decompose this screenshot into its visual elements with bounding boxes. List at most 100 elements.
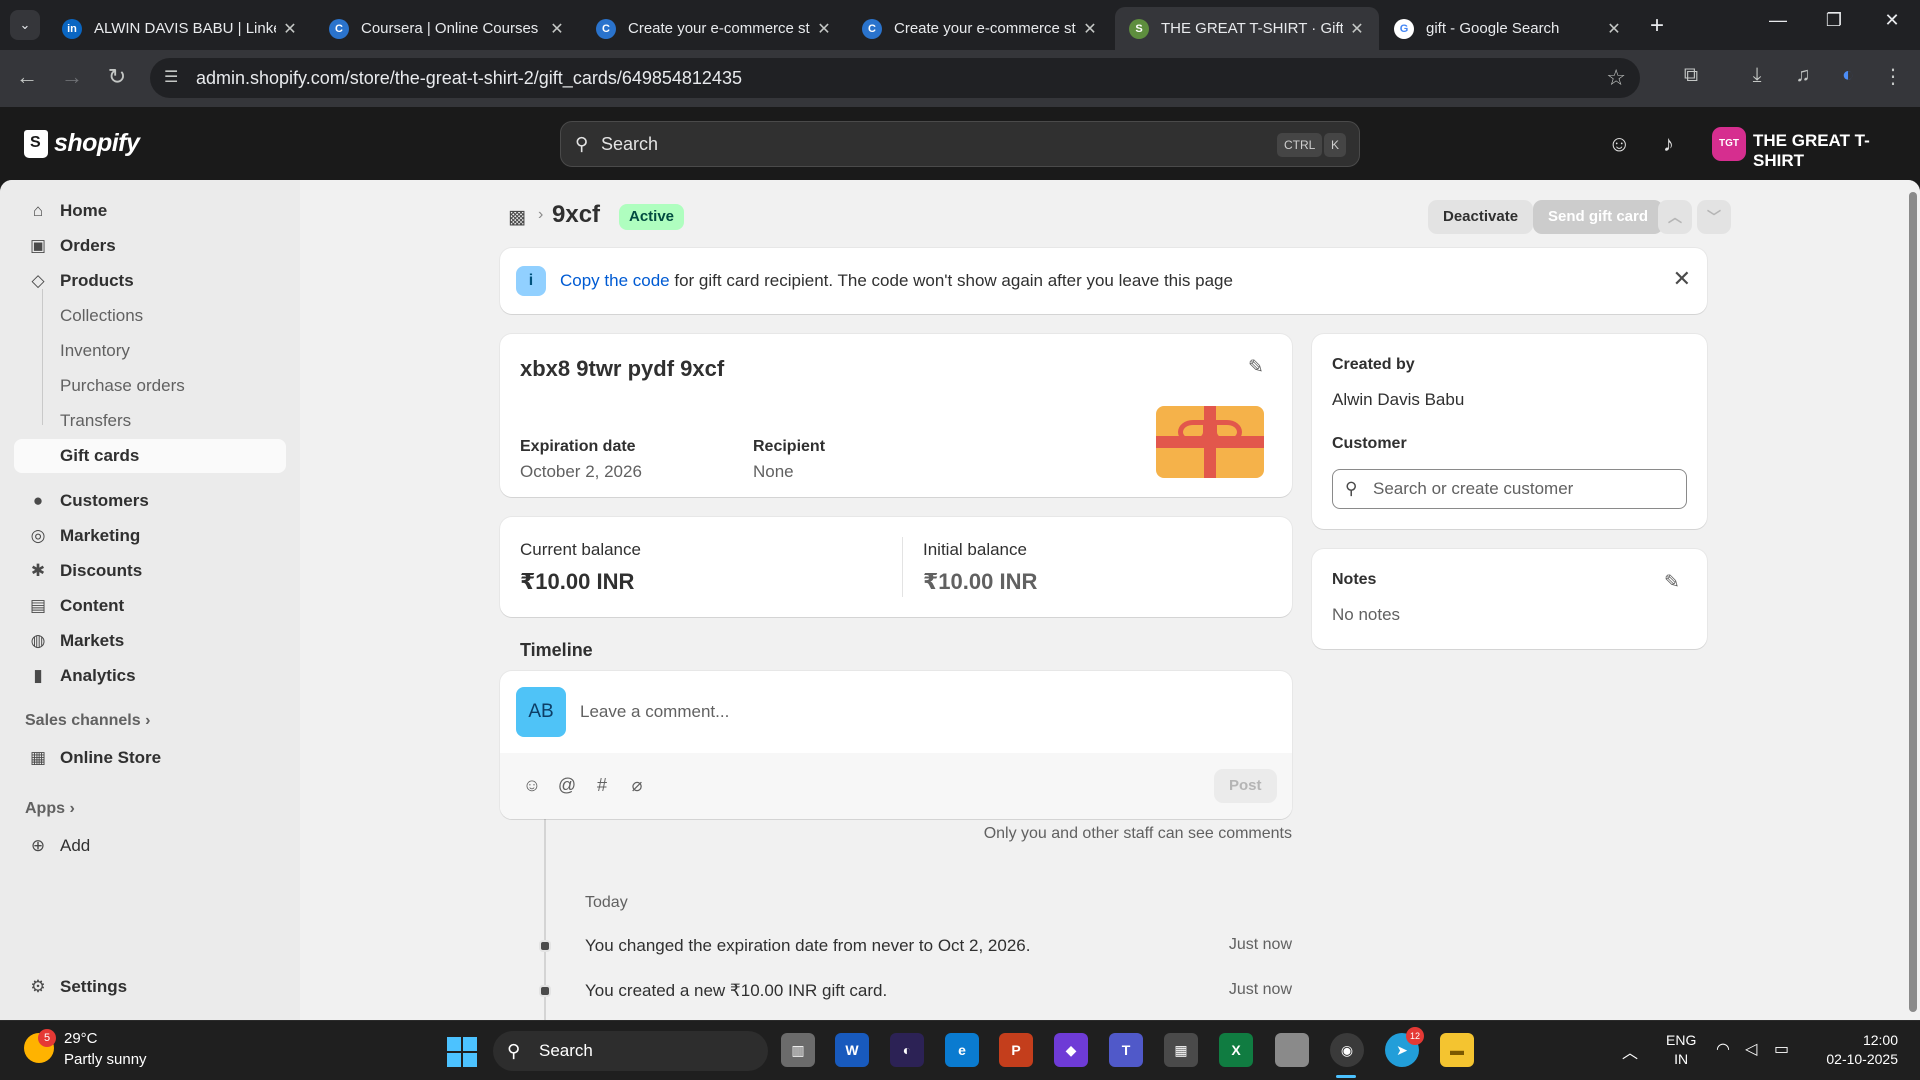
download-icon[interactable]: ⤓ <box>1742 64 1772 87</box>
weather-temperature[interactable]: 29°C <box>64 1030 98 1047</box>
sidebar-item-settings[interactable]: ⚙ Settings <box>14 970 286 1004</box>
sidebar-item-content[interactable]: ▤ Content <box>14 589 286 623</box>
send-gift-card-button[interactable]: Send gift card <box>1533 200 1664 234</box>
comment-input[interactable]: Leave a comment... <box>580 702 729 722</box>
sidebar-item-markets[interactable]: ◍ Markets <box>14 624 286 658</box>
attachment-icon[interactable]: ⌀ <box>625 775 649 796</box>
browser-tab[interactable]: in ALWIN DAVIS BABU | LinkedIn✕ <box>48 7 312 50</box>
sidebar-item-purchase-orders[interactable]: Purchase orders <box>14 369 286 403</box>
extensions-icon[interactable]: ⧉ <box>1676 64 1706 87</box>
previous-arrow-icon[interactable]: ︿ <box>1658 200 1692 234</box>
sidebar-item-label: Settings <box>60 977 128 996</box>
browser-tab[interactable]: C Create your e-commerce st ✕ <box>582 7 846 50</box>
browser-tab[interactable]: C Create your e-commerce st ✕ <box>848 7 1112 50</box>
teams-icon[interactable]: T <box>1109 1033 1143 1067</box>
hashtag-icon[interactable]: # <box>590 775 614 796</box>
gift-card-breadcrumb-icon[interactable]: ▩ <box>508 206 526 229</box>
powerpoint-icon[interactable]: P <box>999 1033 1033 1067</box>
site-info-icon[interactable]: ☰ <box>164 58 178 98</box>
tray-overflow-icon[interactable]: ︿ <box>1622 1039 1638 1063</box>
sidebar-item-customers[interactable]: ● Customers <box>14 484 286 518</box>
volume-icon[interactable]: ◁ <box>1745 1039 1757 1059</box>
edge-icon[interactable]: e <box>945 1033 979 1067</box>
sidebar-item-marketing[interactable]: ◎ Marketing <box>14 519 286 553</box>
bookmark-star-icon[interactable]: ☆ <box>1606 58 1626 98</box>
mention-icon[interactable]: @ <box>555 775 579 796</box>
close-tab-icon[interactable]: ✕ <box>1343 19 1371 39</box>
windows-start-icon[interactable] <box>447 1037 477 1067</box>
copilot-icon[interactable]: ◆ <box>1054 1033 1088 1067</box>
restore-button[interactable]: ❐ <box>1814 10 1854 31</box>
sidekick-icon[interactable]: ☺ <box>1608 131 1630 157</box>
sidebar-item-orders[interactable]: ▣ Orders <box>14 229 286 263</box>
tab-search-button[interactable]: ⌄ <box>10 10 40 40</box>
pencil-edit-icon[interactable]: ✎ <box>1664 571 1680 594</box>
close-window-button[interactable]: ✕ <box>1872 10 1912 31</box>
sidebar-item-gift-cards[interactable]: Gift cards <box>14 439 286 473</box>
store-avatar[interactable]: TGT <box>1712 127 1746 161</box>
timeline-event-text: You changed the expiration date from nev… <box>585 936 1031 955</box>
scrollbar-thumb[interactable] <box>1909 192 1917 1012</box>
windows-taskbar: 5 29°C Partly sunny ⚲ Search ▥ W ◐ e P ◆… <box>0 1020 1920 1080</box>
excel-icon[interactable]: X <box>1219 1033 1253 1067</box>
sidebar-item-add[interactable]: ⊕ Add <box>14 829 286 863</box>
profile-icon[interactable]: ◐ <box>1833 64 1863 87</box>
sidebar-item-analytics[interactable]: ▮ Analytics <box>14 659 286 693</box>
admin-search-input[interactable]: ⚲ Search CTRL K <box>560 121 1360 167</box>
shopify-logo[interactable]: shopify <box>24 129 140 158</box>
close-tab-icon[interactable]: ✕ <box>543 19 571 39</box>
expiration-label: Expiration date <box>520 438 636 455</box>
sidebar-item-discounts[interactable]: ✱ Discounts <box>14 554 286 588</box>
battery-icon[interactable]: ▭ <box>1774 1039 1789 1059</box>
sales-channels-heading[interactable]: Sales channels › <box>25 712 150 730</box>
post-button[interactable]: Post <box>1214 769 1277 803</box>
browser-tab[interactable]: S THE GREAT T-SHIRT · Gift c ✕ <box>1115 7 1379 50</box>
sidebar-item-home[interactable]: ⌂ Home <box>14 194 286 228</box>
browser-tab[interactable]: C Coursera | Online Courses & ✕ <box>315 7 579 50</box>
copy-code-link[interactable]: Copy the code <box>560 271 670 290</box>
close-icon[interactable]: ✕ <box>1673 266 1691 292</box>
close-tab-icon[interactable]: ✕ <box>810 19 838 39</box>
apps-heading[interactable]: Apps › <box>25 800 75 818</box>
sidebar-item-online-store[interactable]: ▦ Online Store <box>14 741 286 775</box>
address-bar[interactable]: ☰ admin.shopify.com/store/the-great-t-sh… <box>150 58 1640 98</box>
tab-title: ALWIN DAVIS BABU | LinkedIn <box>94 20 276 37</box>
customer-search-input[interactable]: ⚲ Search or create customer <box>1332 469 1687 509</box>
browser-tab[interactable]: Ggift - Google Search ✕ <box>1380 7 1636 50</box>
reload-icon[interactable]: ↻ <box>102 64 132 90</box>
back-icon[interactable]: ← <box>12 64 42 90</box>
chrome-menu-icon[interactable]: ⋮ <box>1878 64 1908 89</box>
blank-app-icon[interactable] <box>1275 1033 1309 1067</box>
sidebar-item-transfers[interactable]: Transfers <box>14 404 286 438</box>
taskbar-search[interactable]: ⚲ Search <box>493 1031 768 1071</box>
weather-description[interactable]: Partly sunny <box>64 1051 147 1068</box>
store-name[interactable]: THE GREAT T-SHIRT <box>1753 131 1920 171</box>
wifi-icon[interactable]: ◠ <box>1716 1039 1730 1059</box>
emoji-icon[interactable]: ☺ <box>520 775 544 796</box>
notifications-bell-icon[interactable]: ♪ <box>1663 131 1674 157</box>
eclipse-icon[interactable]: ◐ <box>890 1033 924 1067</box>
task-view-icon[interactable]: ▥ <box>781 1033 815 1067</box>
brand-name: shopify <box>54 129 140 157</box>
minimize-button[interactable]: — <box>1758 10 1798 31</box>
close-tab-icon[interactable]: ✕ <box>1076 19 1104 39</box>
sidebar-item-collections[interactable]: Collections <box>14 299 286 333</box>
created-by-label: Created by <box>1332 356 1415 373</box>
close-tab-icon[interactable]: ✕ <box>1600 19 1628 39</box>
file-explorer-icon[interactable]: ▬ <box>1440 1033 1474 1067</box>
pencil-edit-icon[interactable]: ✎ <box>1248 356 1264 379</box>
sidebar-item-inventory[interactable]: Inventory <box>14 334 286 368</box>
sidebar-item-products[interactable]: ◇ Products <box>14 264 286 298</box>
new-tab-button[interactable]: + <box>1650 12 1664 40</box>
clock[interactable]: 12:00 02-10-2025 <box>1812 1031 1898 1069</box>
language-indicator[interactable]: ENG IN <box>1666 1031 1696 1069</box>
word-icon[interactable]: W <box>835 1033 869 1067</box>
media-control-icon[interactable]: ♫ <box>1788 64 1818 87</box>
chrome-icon[interactable]: ◉ <box>1330 1033 1364 1067</box>
close-tab-icon[interactable]: ✕ <box>276 19 304 39</box>
forward-icon[interactable]: → <box>57 64 87 90</box>
next-arrow-icon[interactable]: ﹀ <box>1697 200 1731 234</box>
avatar: AB <box>516 687 566 737</box>
calculator-icon[interactable]: ▦ <box>1164 1033 1198 1067</box>
deactivate-button[interactable]: Deactivate <box>1428 200 1534 234</box>
